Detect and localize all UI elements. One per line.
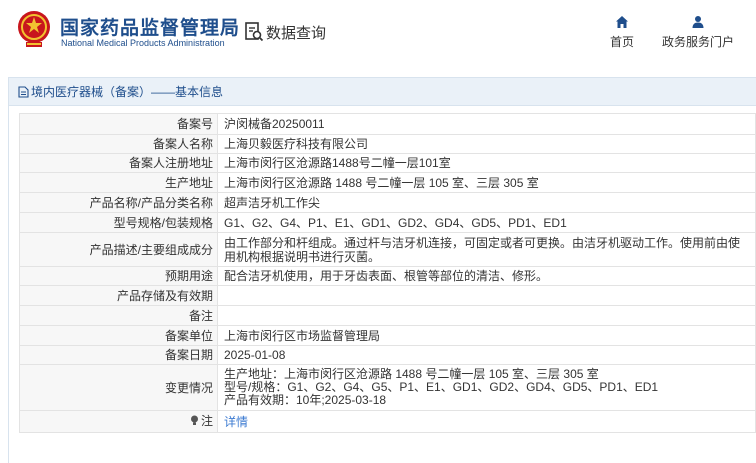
document-search-icon [245,22,264,42]
table-row: 预期用途 配合洁牙机使用，用于牙齿表面、根管等部位的清洁、修形。 [19,266,756,286]
table-row: 备案人注册地址 上海市闵行区沧源路1488号二幢一层101室 [19,153,756,173]
brand-subtitle: National Medical Products Administration [61,38,225,48]
field-value: 沪闵械备20250011 [217,113,756,135]
nav-home-label: 首页 [610,35,635,49]
note-label-text: 注 [200,413,213,428]
panel-header: 境内医疗器械（备案）——基本信息 [9,78,756,106]
field-value [217,285,756,306]
table-row: 备案日期 2025-01-08 [19,345,756,365]
field-label: 产品名称/产品分类名称 [19,192,218,213]
field-value: 上海市闵行区市场监督管理局 [217,325,756,346]
panel-title: 境内医疗器械（备案）——基本信息 [31,85,224,99]
site-header: 国家药品监督管理局 National Medical Products Admi… [0,0,756,66]
field-value: 上海贝毅医疗科技有限公司 [217,134,756,154]
field-value: 由工作部分和杆组成。通过杆与洁牙机连接，可固定或者可更换。由洁牙机驱动工作。使用… [217,232,756,267]
note-label: 注 [190,414,213,428]
change-history-value: 生产地址：上海市闵行区沧源路 1488 号二幢一层 105 室、三层 305 室… [217,364,756,411]
table-row: 生产地址 上海市闵行区沧源路 1488 号二幢一层 105 室、三层 305 室 [19,172,756,193]
table-row: 备案号 沪闵械备20250011 [19,113,756,135]
home-icon [616,16,628,28]
table-row: 产品描述/主要组成成分 由工作部分和杆组成。通过杆与洁牙机连接，可固定或者可更换… [19,232,756,267]
field-value: 配合洁牙机使用，用于牙齿表面、根管等部位的清洁、修形。 [217,266,756,286]
note-value: 详情 [217,410,756,433]
document-icon [18,85,29,98]
field-label: 备案单位 [19,325,218,346]
field-value [217,305,756,326]
table-row: 注 详情 [19,410,756,433]
lightbulb-icon [190,415,198,426]
field-value: 超声洁牙机工作尖 [217,192,756,213]
field-label: 备案人名称 [19,134,218,154]
table-row: 型号规格/包装规格 G1、G2、G4、P1、E1、GD1、GD2、GD4、GD5… [19,212,756,233]
field-label: 备注 [19,305,218,326]
field-label: 备案人注册地址 [19,153,218,173]
national-emblem-icon[interactable] [17,10,51,48]
details-link[interactable]: 详情 [224,415,248,429]
field-label: 产品存储及有效期 [19,285,218,306]
field-label: 备案号 [19,113,218,135]
field-label: 生产地址 [19,172,218,193]
note-label-cell: 注 [19,410,218,433]
field-label: 预期用途 [19,266,218,286]
table-row: 备注 [19,305,756,326]
brand-title[interactable]: 国家药品监督管理局 [60,13,240,40]
table-row: 备案人名称 上海贝毅医疗科技有限公司 [19,134,756,154]
nav-gov-service-label: 政务服务门户 [662,35,735,49]
field-label: 产品描述/主要组成成分 [19,232,218,267]
field-label: 备案日期 [19,345,218,365]
field-value: 上海市闵行区沧源路1488号二幢一层101室 [217,153,756,173]
field-label: 型号规格/包装规格 [19,212,218,233]
table-row: 产品存储及有效期 [19,285,756,306]
user-icon [692,16,704,28]
record-detail-table: 备案号 沪闵械备20250011 备案人名称 上海贝毅医疗科技有限公司 备案人注… [19,113,756,433]
field-value: 上海市闵行区沧源路 1488 号二幢一层 105 室、三层 305 室 [217,172,756,193]
field-label: 变更情况 [19,364,218,411]
change-line: 产品有效期：10年;2025-03-18 [224,393,387,407]
field-value: 2025-01-08 [217,345,756,365]
nav-home[interactable]: 首页 [610,15,634,50]
table-row: 备案单位 上海市闵行区市场监督管理局 [19,325,756,346]
nav-gov-service-portal[interactable]: 政务服务门户 [662,15,734,50]
data-query-link[interactable]: 数据查询 [244,20,326,44]
table-row: 产品名称/产品分类名称 超声洁牙机工作尖 [19,192,756,213]
field-value: G1、G2、G4、P1、E1、GD1、GD2、GD4、GD5、PD1、ED1 [217,212,756,233]
data-query-label: 数据查询 [266,24,327,42]
table-row: 变更情况 生产地址：上海市闵行区沧源路 1488 号二幢一层 105 室、三层 … [19,364,756,411]
